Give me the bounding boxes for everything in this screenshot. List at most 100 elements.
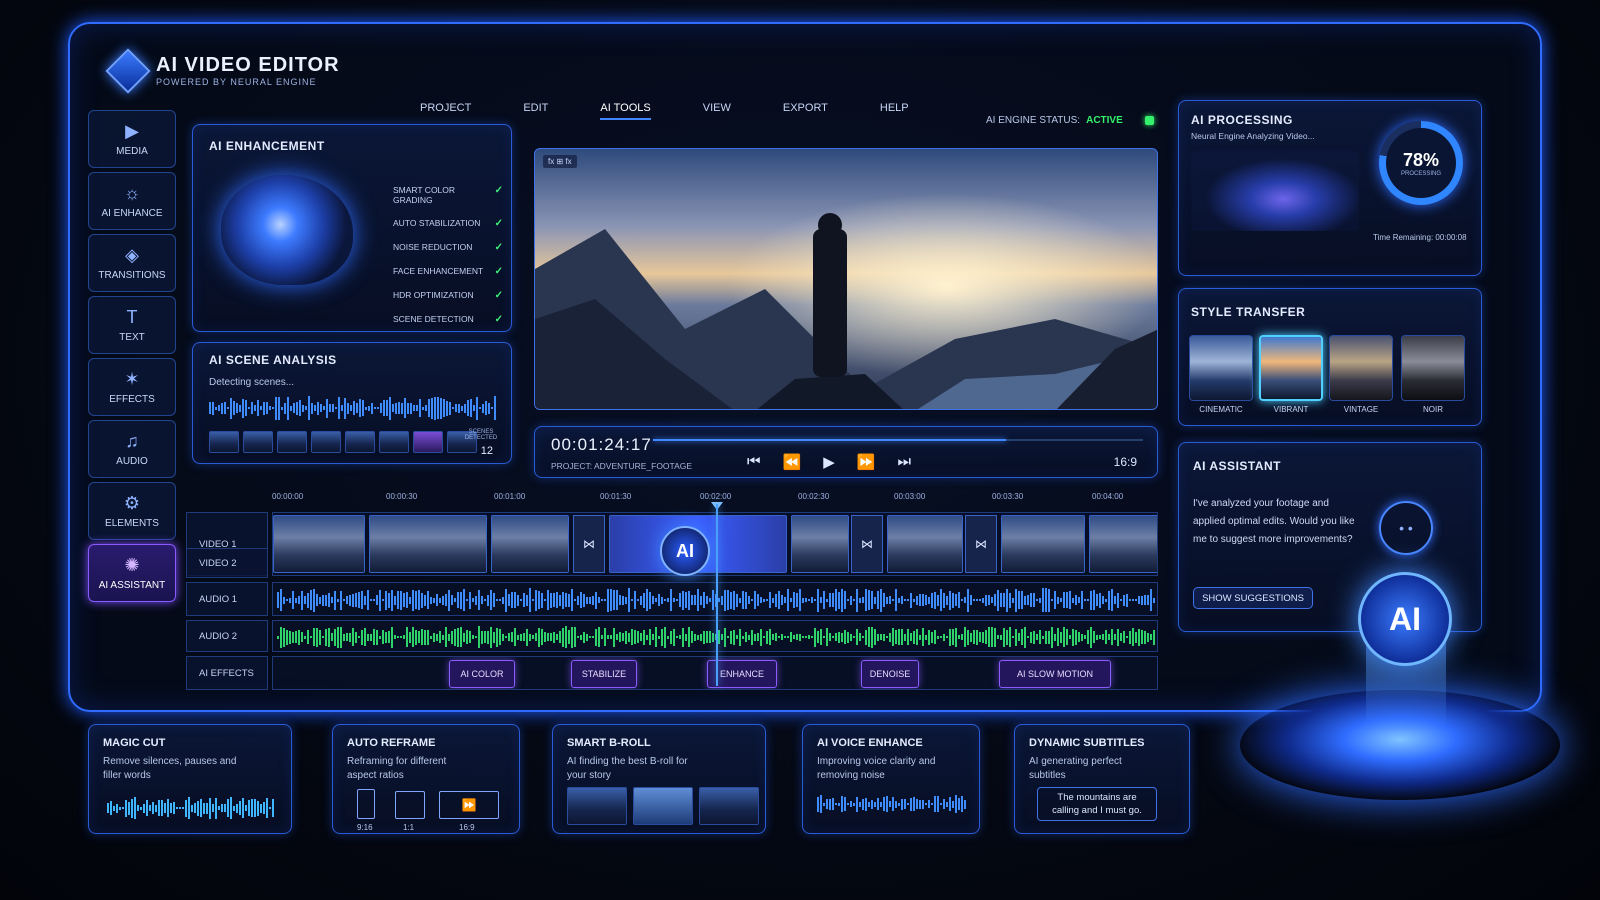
waveform-bar [958, 592, 960, 608]
waveform-bar [1099, 592, 1101, 608]
skip-forward-icon[interactable]: ⏭ [897, 453, 911, 471]
scene-thumbnail[interactable] [311, 431, 341, 453]
waveform-bar [305, 406, 307, 410]
scene-thumbnail[interactable] [379, 431, 409, 453]
feature-item[interactable]: AUTO STABILIZATION ✓ [393, 218, 503, 229]
track-lane[interactable]: AI COLOR STABILIZE ENHANCE DENOISE AI SL… [272, 656, 1158, 690]
elements-icon: ⚙ [123, 492, 141, 513]
video-preview[interactable]: fx ⊞ fx [534, 148, 1158, 410]
card-smart-broll[interactable]: SMART B-ROLL AI finding the best B-roll … [552, 724, 766, 834]
waveform-bar [559, 631, 561, 643]
ai-badge[interactable]: AI [660, 526, 710, 576]
waveform-bar [1048, 588, 1050, 612]
waveform-bar [445, 627, 447, 647]
waveform-bar [251, 402, 253, 414]
waveform-bar [313, 628, 315, 646]
waveform-bar [481, 596, 483, 604]
broll-thumbnail[interactable] [633, 787, 693, 825]
ai-hologram[interactable]: AI [1358, 572, 1452, 666]
feature-item[interactable]: NOISE REDUCTION ✓ [393, 242, 503, 253]
style-option-noir[interactable] [1401, 335, 1465, 401]
play-icon[interactable]: ▶ [823, 453, 835, 471]
feature-item[interactable]: HDR OPTIMIZATION ✓ [393, 290, 503, 301]
waveform-bar [970, 595, 972, 605]
sidebar-item-transitions[interactable]: ◈ TRANSITIONS [88, 234, 176, 292]
waveform-bar [494, 396, 496, 420]
track-lane[interactable] [272, 582, 1158, 616]
playhead[interactable] [716, 504, 718, 686]
style-option-vibrant[interactable] [1259, 335, 1323, 401]
sidebar-item-elements[interactable]: ⚙ ELEMENTS [88, 482, 176, 540]
fast-forward-icon[interactable]: ⏩ [857, 453, 876, 471]
waveform-bar [844, 630, 846, 644]
waveform-bar [332, 404, 334, 412]
waveform-bar [416, 405, 418, 411]
portrait-frame-icon[interactable] [357, 789, 375, 819]
assistant-message: I've analyzed your footage and applied o… [1193, 498, 1355, 545]
waveform-bar [407, 402, 409, 414]
card-magic-cut[interactable]: MAGIC CUT Remove silences, pauses and fi… [88, 724, 292, 834]
waveform-bar [227, 799, 229, 817]
waveform-bar [655, 627, 657, 647]
menu-view[interactable]: VIEW [703, 102, 731, 120]
media-icon: ▶ [125, 120, 139, 141]
menu-project[interactable]: PROJECT [420, 102, 471, 120]
waveform-bar [400, 590, 402, 610]
scene-thumbnail[interactable] [345, 431, 375, 453]
broll-thumbnail[interactable] [567, 787, 627, 825]
waveform-bar [1051, 599, 1053, 601]
waveform-bar [547, 590, 549, 610]
menu-export[interactable]: EXPORT [783, 102, 828, 120]
waveform-bar [652, 634, 654, 640]
waveform-bar [538, 627, 540, 647]
card-dynamic-subtitles[interactable]: DYNAMIC SUBTITLES AI generating perfect … [1014, 724, 1190, 834]
style-option-cinematic[interactable] [1189, 335, 1253, 401]
style-option-vintage[interactable] [1329, 335, 1393, 401]
scene-thumbnail[interactable] [277, 431, 307, 453]
sidebar-item-text[interactable]: T TEXT [88, 296, 176, 354]
effect-chip[interactable]: DENOISE [861, 660, 919, 688]
track-lane[interactable] [272, 620, 1158, 652]
waveform-bar [964, 597, 966, 603]
widescreen-frame-icon[interactable]: ⏩ [439, 791, 499, 819]
feature-item[interactable]: SCENE DETECTION ✓ [393, 314, 503, 325]
scene-thumbnail[interactable] [243, 431, 273, 453]
waveform-bar [622, 595, 624, 605]
menu-edit[interactable]: EDIT [523, 102, 548, 120]
scene-thumbnail[interactable] [413, 431, 443, 453]
effect-chip[interactable]: STABILIZE [571, 660, 637, 688]
feature-item[interactable]: SMART COLOR GRADING ✓ [393, 185, 503, 205]
menu-ai-tools[interactable]: AI TOOLS [600, 102, 651, 120]
sidebar-item-media[interactable]: ▶ MEDIA [88, 110, 176, 168]
menu-help[interactable]: HELP [880, 102, 909, 120]
waveform-bar [847, 803, 849, 805]
sidebar-item-ai-assistant[interactable]: ✺ AI ASSISTANT [88, 544, 176, 602]
square-frame-icon[interactable] [395, 791, 425, 819]
sidebar-item-audio[interactable]: ♫ AUDIO [88, 420, 176, 478]
skip-back-icon[interactable]: ⏮ [747, 453, 761, 471]
waveform-bar [440, 397, 442, 419]
preview-toolbar[interactable]: fx ⊞ fx [543, 155, 577, 168]
waveform-bar [1078, 597, 1080, 603]
scene-thumbnail[interactable] [209, 431, 239, 453]
sidebar-item-effects[interactable]: ✶ EFFECTS [88, 358, 176, 416]
effect-chip[interactable]: AI SLOW MOTION [999, 660, 1111, 688]
waveform-bar [907, 599, 909, 601]
broll-thumbnail[interactable] [699, 787, 759, 825]
aspect-ratio[interactable]: 16:9 [1114, 455, 1137, 469]
waveform-bar [469, 591, 471, 609]
waveform-bar [221, 804, 223, 812]
rewind-icon[interactable]: ⏪ [783, 453, 802, 471]
waveform-bar [586, 633, 588, 641]
effect-chip[interactable]: AI COLOR [449, 660, 515, 688]
waveform-bar [364, 628, 366, 646]
card-auto-reframe[interactable]: AUTO REFRAME Reframing for different asp… [332, 724, 520, 834]
waveform-bar [251, 799, 253, 817]
feature-item[interactable]: FACE ENHANCEMENT ✓ [393, 266, 503, 277]
waveform-bar [619, 595, 621, 605]
show-suggestions-button[interactable]: SHOW SUGGESTIONS [1193, 587, 1313, 609]
card-voice-enhance[interactable]: AI VOICE ENHANCE Improving voice clarity… [802, 724, 980, 834]
waveform-bar [1123, 594, 1125, 606]
sidebar-item-ai-enhance[interactable]: ☼ AI ENHANCE [88, 172, 176, 230]
waveform-bar [340, 590, 342, 610]
